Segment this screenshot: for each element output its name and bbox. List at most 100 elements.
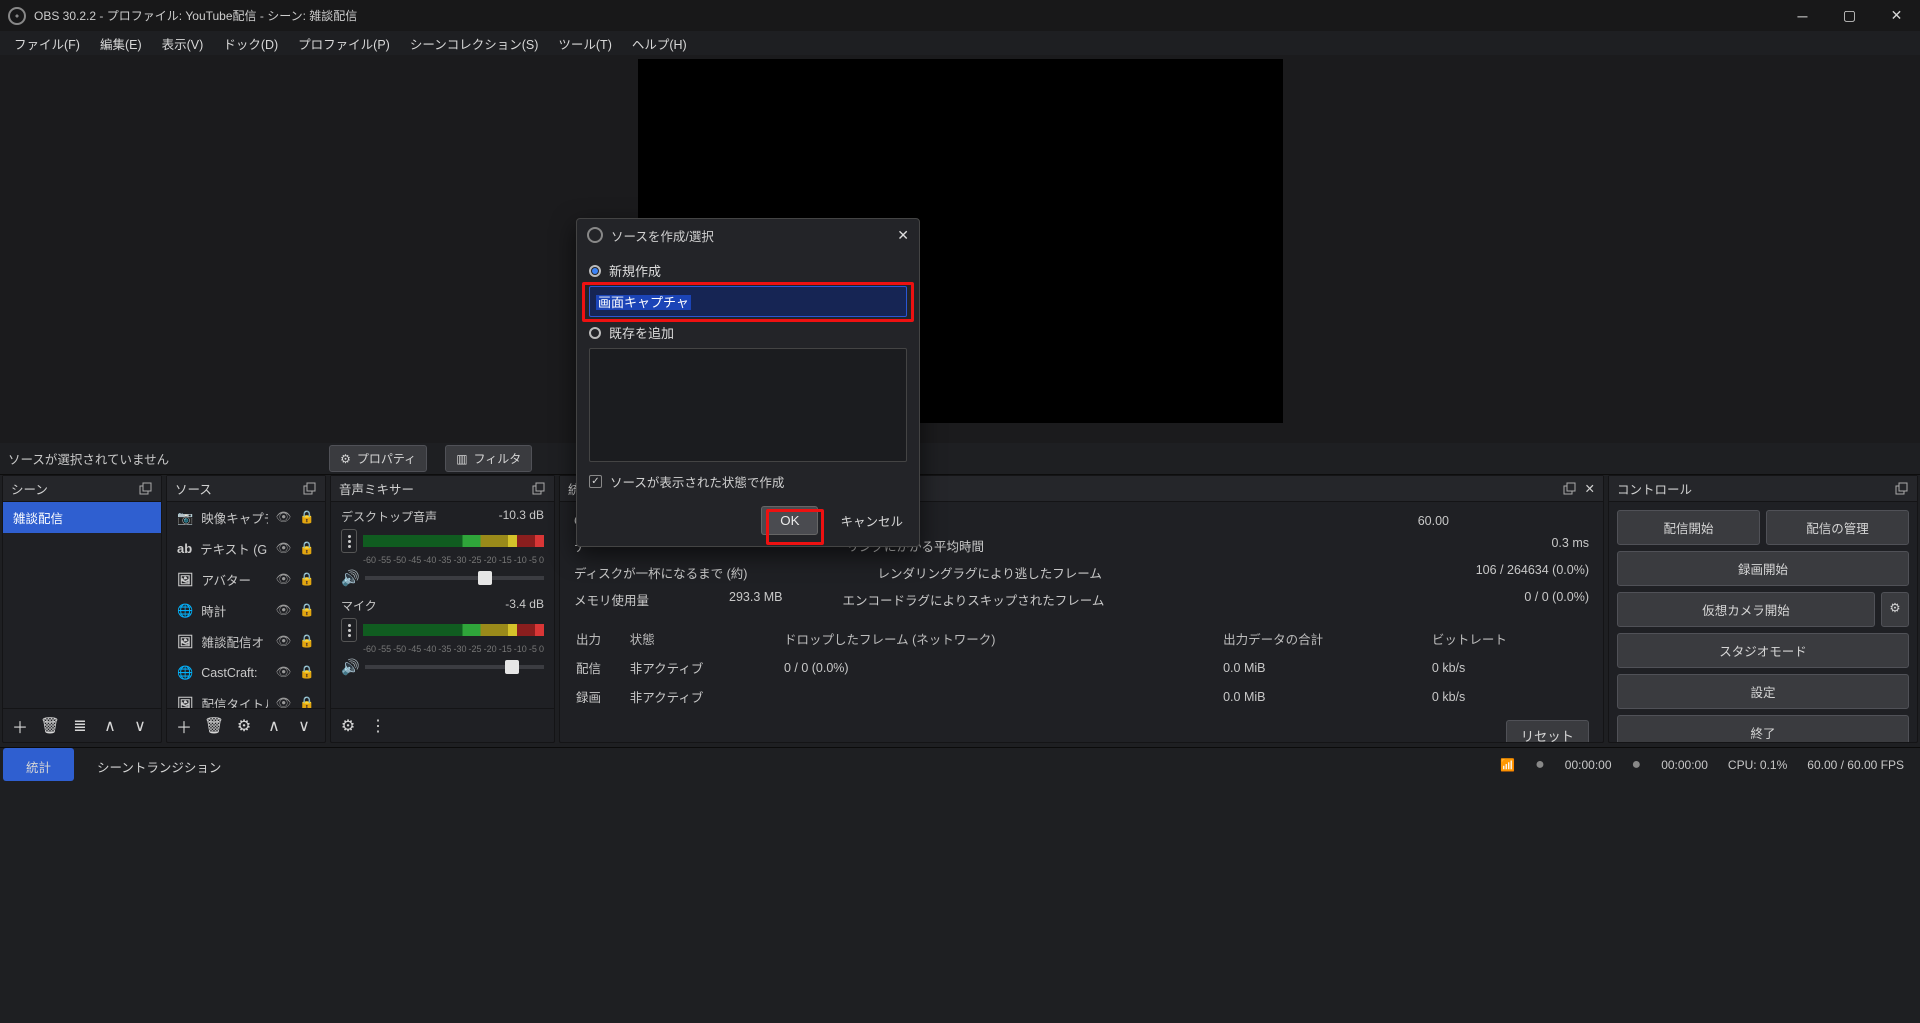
tab-transitions[interactable]: シーントランジション xyxy=(74,748,244,781)
visibility-icon[interactable]: 👁 xyxy=(276,603,292,618)
properties-button[interactable]: ⚙ プロパティ xyxy=(329,445,427,472)
move-down-button[interactable]: ∨ xyxy=(293,715,315,737)
tick-label: -55 xyxy=(378,555,391,565)
channel-menu-button[interactable] xyxy=(341,529,357,553)
manage-stream-button[interactable]: 配信の管理 xyxy=(1766,510,1909,545)
source-name-input[interactable]: 画面キャプチャ xyxy=(589,286,907,317)
visibility-icon[interactable]: 👁 xyxy=(276,572,292,587)
start-record-button[interactable]: 録画開始 xyxy=(1617,551,1909,586)
filters-button[interactable]: ▥ フィルタ xyxy=(445,445,532,472)
table-row: 録画非アクティブ0.0 MiB0 kb/s xyxy=(576,683,1587,710)
move-up-button[interactable]: ∧ xyxy=(263,715,285,737)
mixer-channel: デスクトップ音声-10.3 dB-60-55-50-45-40-35-30-25… xyxy=(331,502,554,591)
source-item[interactable]: 🖼アバター👁🔒 xyxy=(167,564,325,595)
tab-stats[interactable]: 統計 xyxy=(3,748,74,781)
lock-icon[interactable]: 🔒 xyxy=(299,634,315,649)
visibility-icon[interactable]: 👁 xyxy=(276,634,292,649)
start-vcam-button[interactable]: 仮想カメラ開始 xyxy=(1617,592,1875,627)
tick-label: -10 xyxy=(514,644,527,654)
source-item[interactable]: abテキスト (GD👁🔒 xyxy=(167,533,325,564)
popout-icon[interactable] xyxy=(1561,481,1577,497)
remove-scene-button[interactable]: 🗑 xyxy=(39,715,61,737)
mute-button[interactable]: 🔊 xyxy=(341,569,357,587)
close-dock-button[interactable]: ✕ xyxy=(1585,481,1595,496)
channel-menu-button[interactable] xyxy=(341,618,357,642)
visibility-icon[interactable]: 👁 xyxy=(276,696,292,708)
lock-icon[interactable]: 🔒 xyxy=(299,572,315,587)
filters-label: フィルタ xyxy=(474,450,522,467)
radio-new[interactable]: 新規作成 xyxy=(589,261,907,280)
add-source-button[interactable]: ＋ xyxy=(173,715,195,737)
channel-name: マイク xyxy=(341,597,377,614)
visibility-icon[interactable]: 👁 xyxy=(276,665,292,680)
source-item[interactable]: 🖼雑談配信オ👁🔒 xyxy=(167,626,325,657)
cancel-button[interactable]: キャンセル xyxy=(836,505,907,536)
visibility-icon[interactable]: 👁 xyxy=(276,510,292,525)
mixer-menu-button[interactable]: ⋮ xyxy=(367,715,389,737)
menu-item[interactable]: シーンコレクション(S) xyxy=(400,30,549,57)
studio-mode-button[interactable]: スタジオモード xyxy=(1617,633,1909,668)
lock-icon[interactable]: 🔒 xyxy=(299,510,315,525)
menu-item[interactable]: ドック(D) xyxy=(213,30,288,57)
start-stream-button[interactable]: 配信開始 xyxy=(1617,510,1760,545)
source-item[interactable]: 📷 映像キャプチ 👁 🔒 xyxy=(167,502,325,533)
remove-source-button[interactable]: 🗑 xyxy=(203,715,225,737)
table-cell: 配信 xyxy=(576,654,628,681)
table-cell: 0 kb/s xyxy=(1432,654,1587,681)
lock-icon[interactable]: 🔒 xyxy=(299,665,315,680)
vcam-settings-button[interactable]: ⚙ xyxy=(1881,592,1909,627)
mixer-dock: 音声ミキサー デスクトップ音声-10.3 dB-60-55-50-45-40-3… xyxy=(330,475,555,743)
source-item-label: 映像キャプチ xyxy=(201,508,267,527)
volume-slider[interactable] xyxy=(365,576,544,580)
minimize-button[interactable]: ─ xyxy=(1779,0,1826,31)
source-item[interactable]: 🌐時計👁🔒 xyxy=(167,595,325,626)
source-item[interactable]: 🖼配信タイトル👁🔒 xyxy=(167,688,325,708)
source-props-button[interactable]: ⚙ xyxy=(233,715,255,737)
lock-icon[interactable]: 🔒 xyxy=(299,603,315,618)
menu-item[interactable]: 編集(E) xyxy=(90,30,152,57)
checkbox-icon: ✓ xyxy=(589,475,602,488)
close-button[interactable]: ✕ xyxy=(1873,0,1920,31)
menu-item[interactable]: 表示(V) xyxy=(152,30,214,57)
move-up-button[interactable]: ∧ xyxy=(99,715,121,737)
settings-button[interactable]: 設定 xyxy=(1617,674,1909,709)
mute-button[interactable]: 🔊 xyxy=(341,658,357,676)
fps-value: 60.00 xyxy=(1418,514,1449,528)
popout-icon[interactable] xyxy=(137,481,153,497)
volume-slider[interactable] xyxy=(365,665,544,669)
exit-button[interactable]: 終了 xyxy=(1617,715,1909,742)
tick-label: -60 xyxy=(363,644,376,654)
mixer-settings-button[interactable]: ⚙ xyxy=(337,715,359,737)
menu-item[interactable]: プロファイル(P) xyxy=(288,30,400,57)
tick-label: -15 xyxy=(499,555,512,565)
menu-item[interactable]: ファイル(F) xyxy=(4,30,90,57)
mixer-channel: マイク-3.4 dB-60-55-50-45-40-35-30-25-20-15… xyxy=(331,591,554,680)
level-meter xyxy=(363,624,544,636)
sources-title: ソース xyxy=(175,479,212,498)
popout-icon[interactable] xyxy=(530,481,546,497)
existing-sources-list[interactable] xyxy=(589,348,907,462)
reset-button[interactable]: リセット xyxy=(1506,720,1589,742)
dialog-close-button[interactable]: ✕ xyxy=(897,227,909,244)
visibility-icon[interactable]: 👁 xyxy=(276,541,292,556)
lock-icon[interactable]: 🔒 xyxy=(299,541,315,556)
mem-label: メモリ使用量 xyxy=(574,590,649,609)
add-scene-button[interactable]: ＋ xyxy=(9,715,31,737)
make-visible-checkbox[interactable]: ✓ ソースが表示された状態で作成 xyxy=(589,472,907,491)
popout-icon[interactable] xyxy=(301,481,317,497)
menu-item[interactable]: ヘルプ(H) xyxy=(622,30,697,57)
lock-icon[interactable]: 🔒 xyxy=(299,696,315,708)
ok-button[interactable]: OK xyxy=(761,506,818,535)
move-down-button[interactable]: ∨ xyxy=(129,715,151,737)
popout-icon[interactable] xyxy=(1893,481,1909,497)
tick-label: 0 xyxy=(539,555,544,565)
scene-filter-button[interactable]: ≣ xyxy=(69,715,91,737)
radio-existing[interactable]: 既存を追加 xyxy=(589,323,907,342)
menu-item[interactable]: ツール(T) xyxy=(548,30,621,57)
scene-item[interactable]: 雑談配信 xyxy=(3,502,161,533)
source-item[interactable]: 🌐CastCraft:👁🔒 xyxy=(167,657,325,688)
maximize-button[interactable]: ▢ xyxy=(1826,0,1873,31)
tick-label: -40 xyxy=(423,644,436,654)
table-cell: 0.0 MiB xyxy=(1223,683,1430,710)
source-type-icon: 📷 xyxy=(177,510,193,526)
